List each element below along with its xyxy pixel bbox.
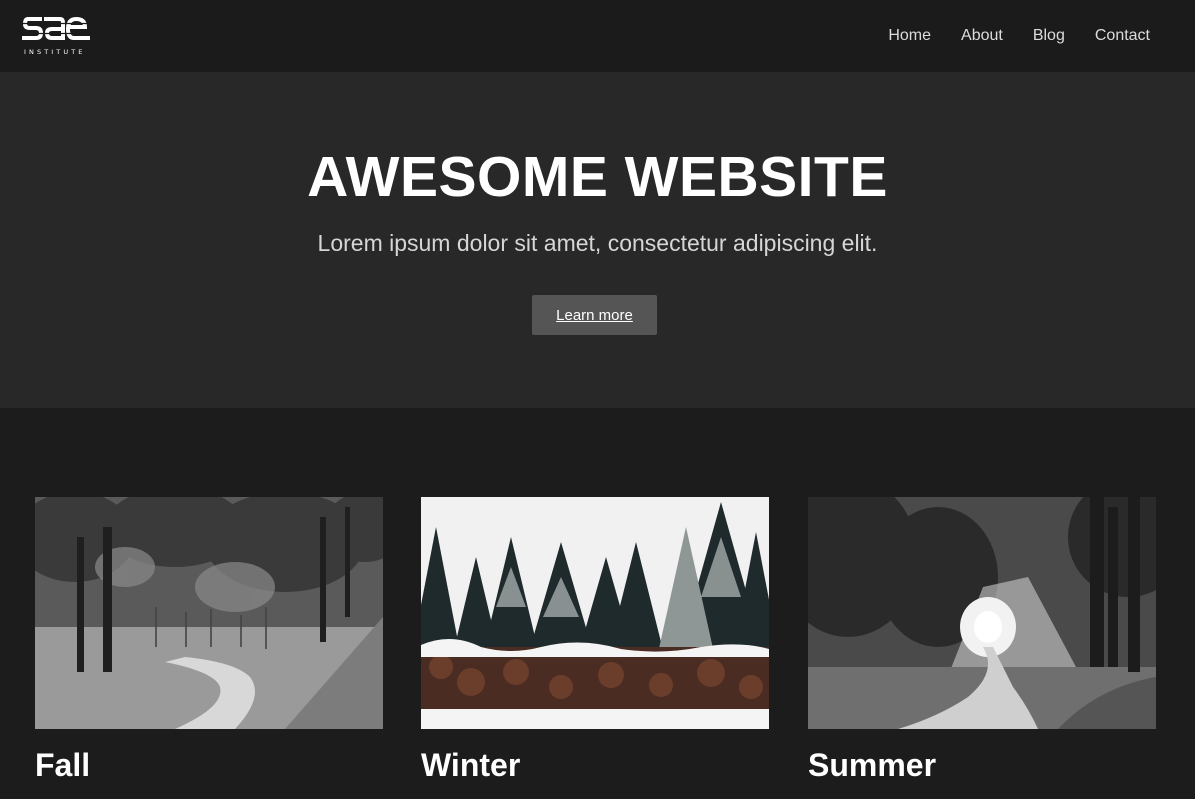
hero-section: AWESOME WEBSITE Lorem ipsum dolor sit am… — [0, 72, 1195, 408]
main-nav: Home About Blog Contact — [888, 0, 1150, 72]
sunlit-forest-path-image[interactable] — [808, 497, 1156, 729]
seasons-section: Fall Winter Summer — [0, 408, 1195, 799]
hero-title: AWESOME WEBSITE — [307, 145, 888, 209]
card-title-summer: Summer — [808, 747, 937, 783]
navbar: INSTITUTE Home About Blog Contact — [0, 0, 1195, 72]
card-winter: Winter — [421, 497, 769, 799]
card-fall: Fall — [35, 497, 383, 799]
sae-logo-icon — [22, 16, 90, 40]
hero-subtitle: Lorem ipsum dolor sit amet, consectetur … — [317, 230, 878, 256]
forest-path-image[interactable] — [35, 497, 383, 729]
learn-more-button[interactable]: Learn more — [532, 295, 657, 335]
card-title-winter: Winter — [421, 747, 521, 783]
card-summer: Summer — [808, 497, 1156, 799]
logo-subtitle: INSTITUTE — [24, 48, 86, 56]
sae-logo[interactable]: INSTITUTE — [22, 13, 92, 59]
nav-home-link[interactable]: Home — [888, 27, 931, 45]
nav-blog-link[interactable]: Blog — [1033, 27, 1065, 45]
card-title-fall: Fall — [35, 747, 91, 783]
snowy-pines-woodpile-image[interactable] — [421, 497, 769, 729]
nav-about-link[interactable]: About — [961, 27, 1003, 45]
nav-contact-link[interactable]: Contact — [1095, 27, 1150, 45]
